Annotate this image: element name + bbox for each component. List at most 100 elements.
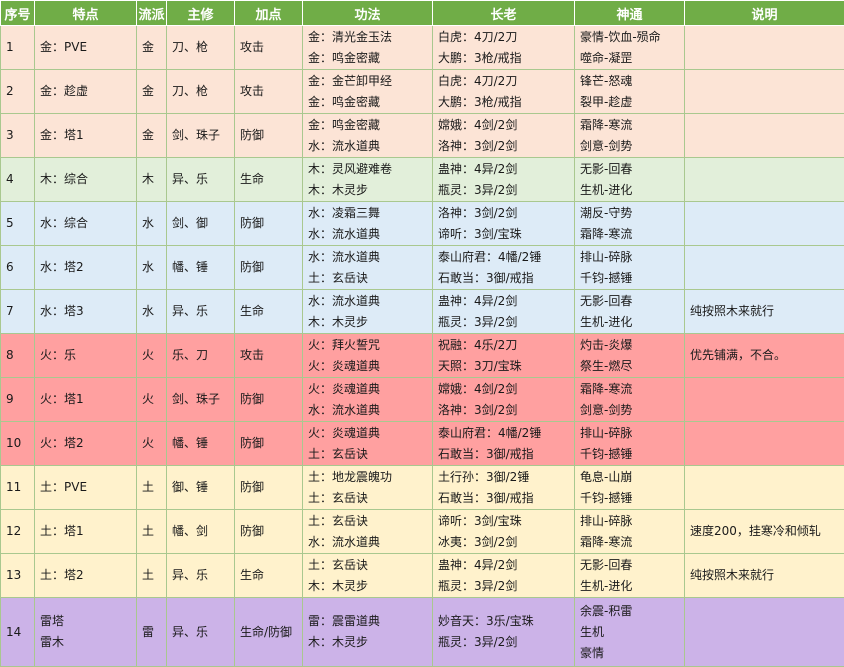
feature-cell: 火：塔1 xyxy=(35,378,137,422)
table-row: 14雷塔雷木雷异、乐生命/防御雷：震雷道典木：木灵步妙音天：3乐/宝珠瓶灵：3异… xyxy=(1,598,844,667)
gongfa-line: 水：流水道典 xyxy=(308,136,432,157)
gongfa-line: 金：鸣金密藏 xyxy=(308,48,432,69)
elders-cell: 洛神：3剑/2剑谛听：3剑/宝珠 xyxy=(433,202,575,246)
shentong-cell: 潮反-守势霜降-寒流 xyxy=(575,202,685,246)
shentong-line: 生机-进化 xyxy=(580,576,684,597)
main-weapon-cell: 幡、锤 xyxy=(167,246,235,290)
table-row: 11土：PVE土御、锤防御土：地龙震魄功土：玄岳诀土行孙：3御/2锤石敢当：3御… xyxy=(1,466,844,510)
school-cell: 土 xyxy=(137,554,167,598)
note-cell xyxy=(685,378,844,422)
stat-cell: 攻击 xyxy=(235,334,303,378)
feature-cell: 雷塔雷木 xyxy=(35,598,137,667)
row-number: 9 xyxy=(1,378,35,422)
school-cell: 土 xyxy=(137,510,167,554)
elders-line: 瓶灵：3异/2剑 xyxy=(438,312,574,333)
shentong-line: 龟息-山崩 xyxy=(580,467,684,488)
stat-cell: 攻击 xyxy=(235,26,303,70)
gongfa-cell: 木：灵风避难卷木：木灵步 xyxy=(303,158,433,202)
gongfa-cell: 金：金芒卸甲经金：鸣金密藏 xyxy=(303,70,433,114)
stat-cell: 攻击 xyxy=(235,70,303,114)
main-weapon-cell: 剑、珠子 xyxy=(167,378,235,422)
elders-line: 妙音天：3乐/宝珠 xyxy=(438,611,574,632)
shentong-line: 剑意-剑势 xyxy=(580,136,684,157)
shentong-cell: 霜降-寒流剑意-剑势 xyxy=(575,378,685,422)
gongfa-cell: 水：流水道典土：玄岳诀 xyxy=(303,246,433,290)
shentong-line: 豪情-饮血-殒命 xyxy=(580,27,684,48)
feature-cell: 土：PVE xyxy=(35,466,137,510)
row-number: 8 xyxy=(1,334,35,378)
main-weapon-cell: 刀、枪 xyxy=(167,26,235,70)
table-row: 12土：塔1土幡、剑防御土：玄岳诀水：流水道典谛听：3剑/宝珠冰夷：3剑/2剑排… xyxy=(1,510,844,554)
main-weapon-cell: 异、乐 xyxy=(167,554,235,598)
shentong-cell: 豪情-饮血-殒命噬命-凝罡 xyxy=(575,26,685,70)
shentong-line: 剑意-剑势 xyxy=(580,400,684,421)
stat-cell: 生命 xyxy=(235,158,303,202)
col-note-header: 说明 xyxy=(685,1,844,26)
table-row: 1金：PVE金刀、枪攻击金：清光金玉法金：鸣金密藏白虎：4刀/2刀大鹏：3枪/戒… xyxy=(1,26,844,70)
elders-line: 土行孙：3御/2锤 xyxy=(438,467,574,488)
feature-cell: 木：综合 xyxy=(35,158,137,202)
feature-cell: 金：PVE xyxy=(35,26,137,70)
shentong-line: 排山-碎脉 xyxy=(580,247,684,268)
row-number: 14 xyxy=(1,598,35,667)
elders-line: 蛊神：4异/2剑 xyxy=(438,159,574,180)
row-number: 2 xyxy=(1,70,35,114)
gongfa-cell: 火：炎魂道典水：流水道典 xyxy=(303,378,433,422)
shentong-cell: 无影-回春生机-进化 xyxy=(575,554,685,598)
note-cell xyxy=(685,422,844,466)
school-cell: 水 xyxy=(137,290,167,334)
feature-cell: 火：乐 xyxy=(35,334,137,378)
elders-line: 瓶灵：3异/2剑 xyxy=(438,576,574,597)
shentong-line: 裂甲-趁虚 xyxy=(580,92,684,113)
table-row: 2金：趁虚金刀、枪攻击金：金芒卸甲经金：鸣金密藏白虎：4刀/2刀大鹏：3枪/戒指… xyxy=(1,70,844,114)
elders-cell: 蛊神：4异/2剑瓶灵：3异/2剑 xyxy=(433,554,575,598)
main-weapon-cell: 异、乐 xyxy=(167,158,235,202)
elders-line: 石敢当：3御/戒指 xyxy=(438,444,574,465)
feature-cell: 火：塔2 xyxy=(35,422,137,466)
stat-cell: 防御 xyxy=(235,378,303,422)
elders-line: 蛊神：4异/2剑 xyxy=(438,291,574,312)
gongfa-cell: 火：炎魂道典土：玄岳诀 xyxy=(303,422,433,466)
elders-line: 蛊神：4异/2剑 xyxy=(438,555,574,576)
header-row: 序号特点流派主修加点功法长老神通说明 xyxy=(1,1,844,26)
gongfa-line: 火：炎魂道典 xyxy=(308,423,432,444)
shentong-line: 生机-进化 xyxy=(580,312,684,333)
main-weapon-cell: 御、锤 xyxy=(167,466,235,510)
gongfa-line: 水：流水道典 xyxy=(308,291,432,312)
elders-cell: 蛊神：4异/2剑瓶灵：3异/2剑 xyxy=(433,158,575,202)
note-cell xyxy=(685,114,844,158)
elders-cell: 谛听：3剑/宝珠冰夷：3剑/2剑 xyxy=(433,510,575,554)
gongfa-cell: 金：清光金玉法金：鸣金密藏 xyxy=(303,26,433,70)
gongfa-cell: 雷：震雷道典木：木灵步 xyxy=(303,598,433,667)
elders-line: 白虎：4刀/2刀 xyxy=(438,71,574,92)
elders-cell: 泰山府君：4幡/2锤石敢当：3御/戒指 xyxy=(433,422,575,466)
elders-line: 洛神：3剑/2剑 xyxy=(438,400,574,421)
stat-cell: 防御 xyxy=(235,246,303,290)
stat-cell: 生命 xyxy=(235,554,303,598)
col-no-header: 序号 xyxy=(1,1,35,26)
elders-line: 泰山府君：4幡/2锤 xyxy=(438,423,574,444)
shentong-line: 噬命-凝罡 xyxy=(580,48,684,69)
feature-cell: 水：塔2 xyxy=(35,246,137,290)
shentong-line: 无影-回春 xyxy=(580,159,684,180)
feature-cell: 土：塔1 xyxy=(35,510,137,554)
gongfa-line: 木：木灵步 xyxy=(308,180,432,201)
elders-line: 白虎：4刀/2刀 xyxy=(438,27,574,48)
row-number: 3 xyxy=(1,114,35,158)
gongfa-line: 土：地龙震魄功 xyxy=(308,467,432,488)
shentong-line: 千钧-撼锤 xyxy=(580,444,684,465)
gongfa-line: 金：鸣金密藏 xyxy=(308,115,432,136)
gongfa-line: 火：炎魂道典 xyxy=(308,356,432,377)
elders-line: 大鹏：3枪/戒指 xyxy=(438,48,574,69)
gongfa-line: 雷：震雷道典 xyxy=(308,611,432,632)
row-number: 7 xyxy=(1,290,35,334)
gongfa-line: 水：流水道典 xyxy=(308,532,432,553)
elders-line: 冰夷：3剑/2剑 xyxy=(438,532,574,553)
note-cell xyxy=(685,70,844,114)
gongfa-line: 木：木灵步 xyxy=(308,632,432,653)
stat-cell: 防御 xyxy=(235,202,303,246)
note-cell: 纯按照木来就行 xyxy=(685,554,844,598)
school-cell: 火 xyxy=(137,422,167,466)
elders-line: 谛听：3剑/宝珠 xyxy=(438,224,574,245)
gongfa-line: 水：流水道典 xyxy=(308,247,432,268)
